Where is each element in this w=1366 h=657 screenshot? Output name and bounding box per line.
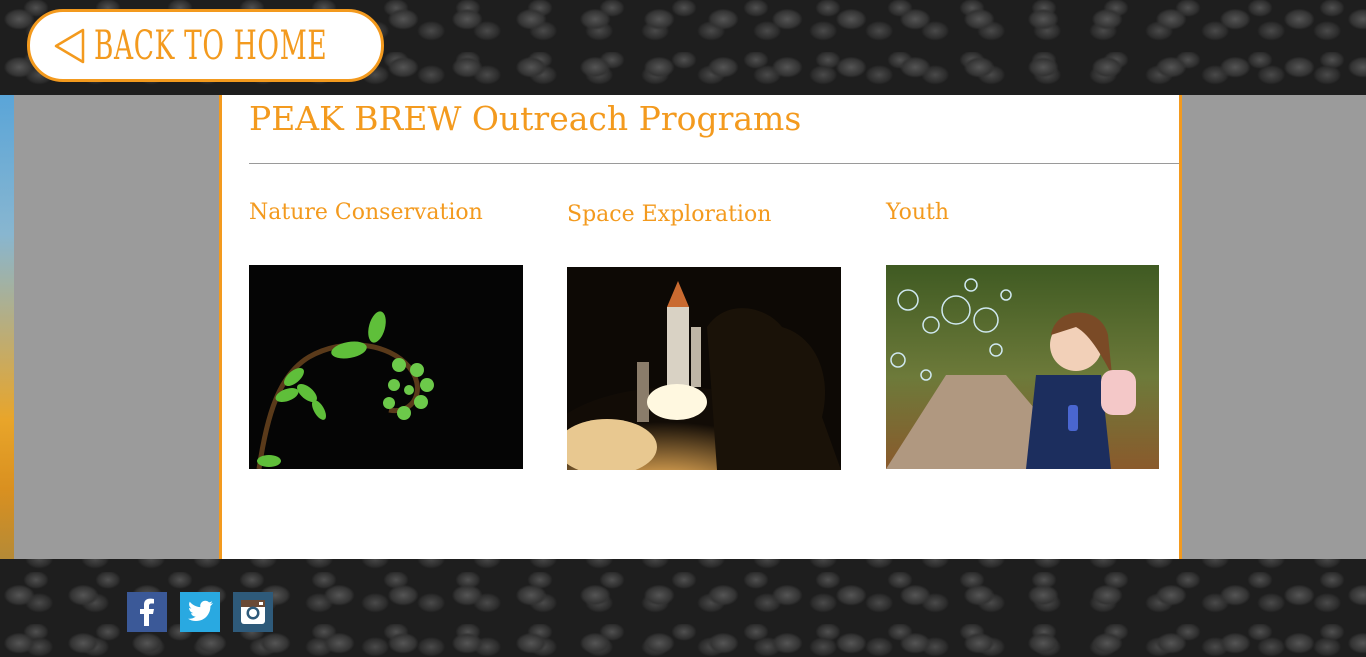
- program-card-space[interactable]: Space Exploration: [567, 202, 842, 470]
- program-card-youth[interactable]: Youth: [886, 200, 1161, 469]
- page-title: PEAK BREW Outreach Programs: [249, 99, 802, 138]
- child-blowing-bubbles-photo[interactable]: [886, 265, 1159, 469]
- program-title[interactable]: Youth: [886, 200, 1161, 225]
- back-to-home-label: BACK TO HOME: [94, 22, 328, 69]
- facebook-icon[interactable]: [127, 592, 167, 632]
- fern-frond-photo[interactable]: [249, 265, 523, 469]
- rocket-launch-photo[interactable]: [567, 267, 841, 470]
- program-title[interactable]: Nature Conservation: [249, 200, 524, 225]
- program-card-nature[interactable]: Nature Conservation: [249, 200, 524, 469]
- left-decorative-strip: [0, 95, 14, 559]
- back-to-home-button[interactable]: BACK TO HOME: [27, 9, 384, 82]
- triangle-left-icon: [54, 28, 85, 63]
- title-divider: [249, 163, 1179, 164]
- program-title[interactable]: Space Exploration: [567, 202, 842, 227]
- instagram-icon[interactable]: [233, 592, 273, 632]
- twitter-icon[interactable]: [180, 592, 220, 632]
- content-panel: PEAK BREW Outreach Programs Nature Conse…: [219, 95, 1182, 559]
